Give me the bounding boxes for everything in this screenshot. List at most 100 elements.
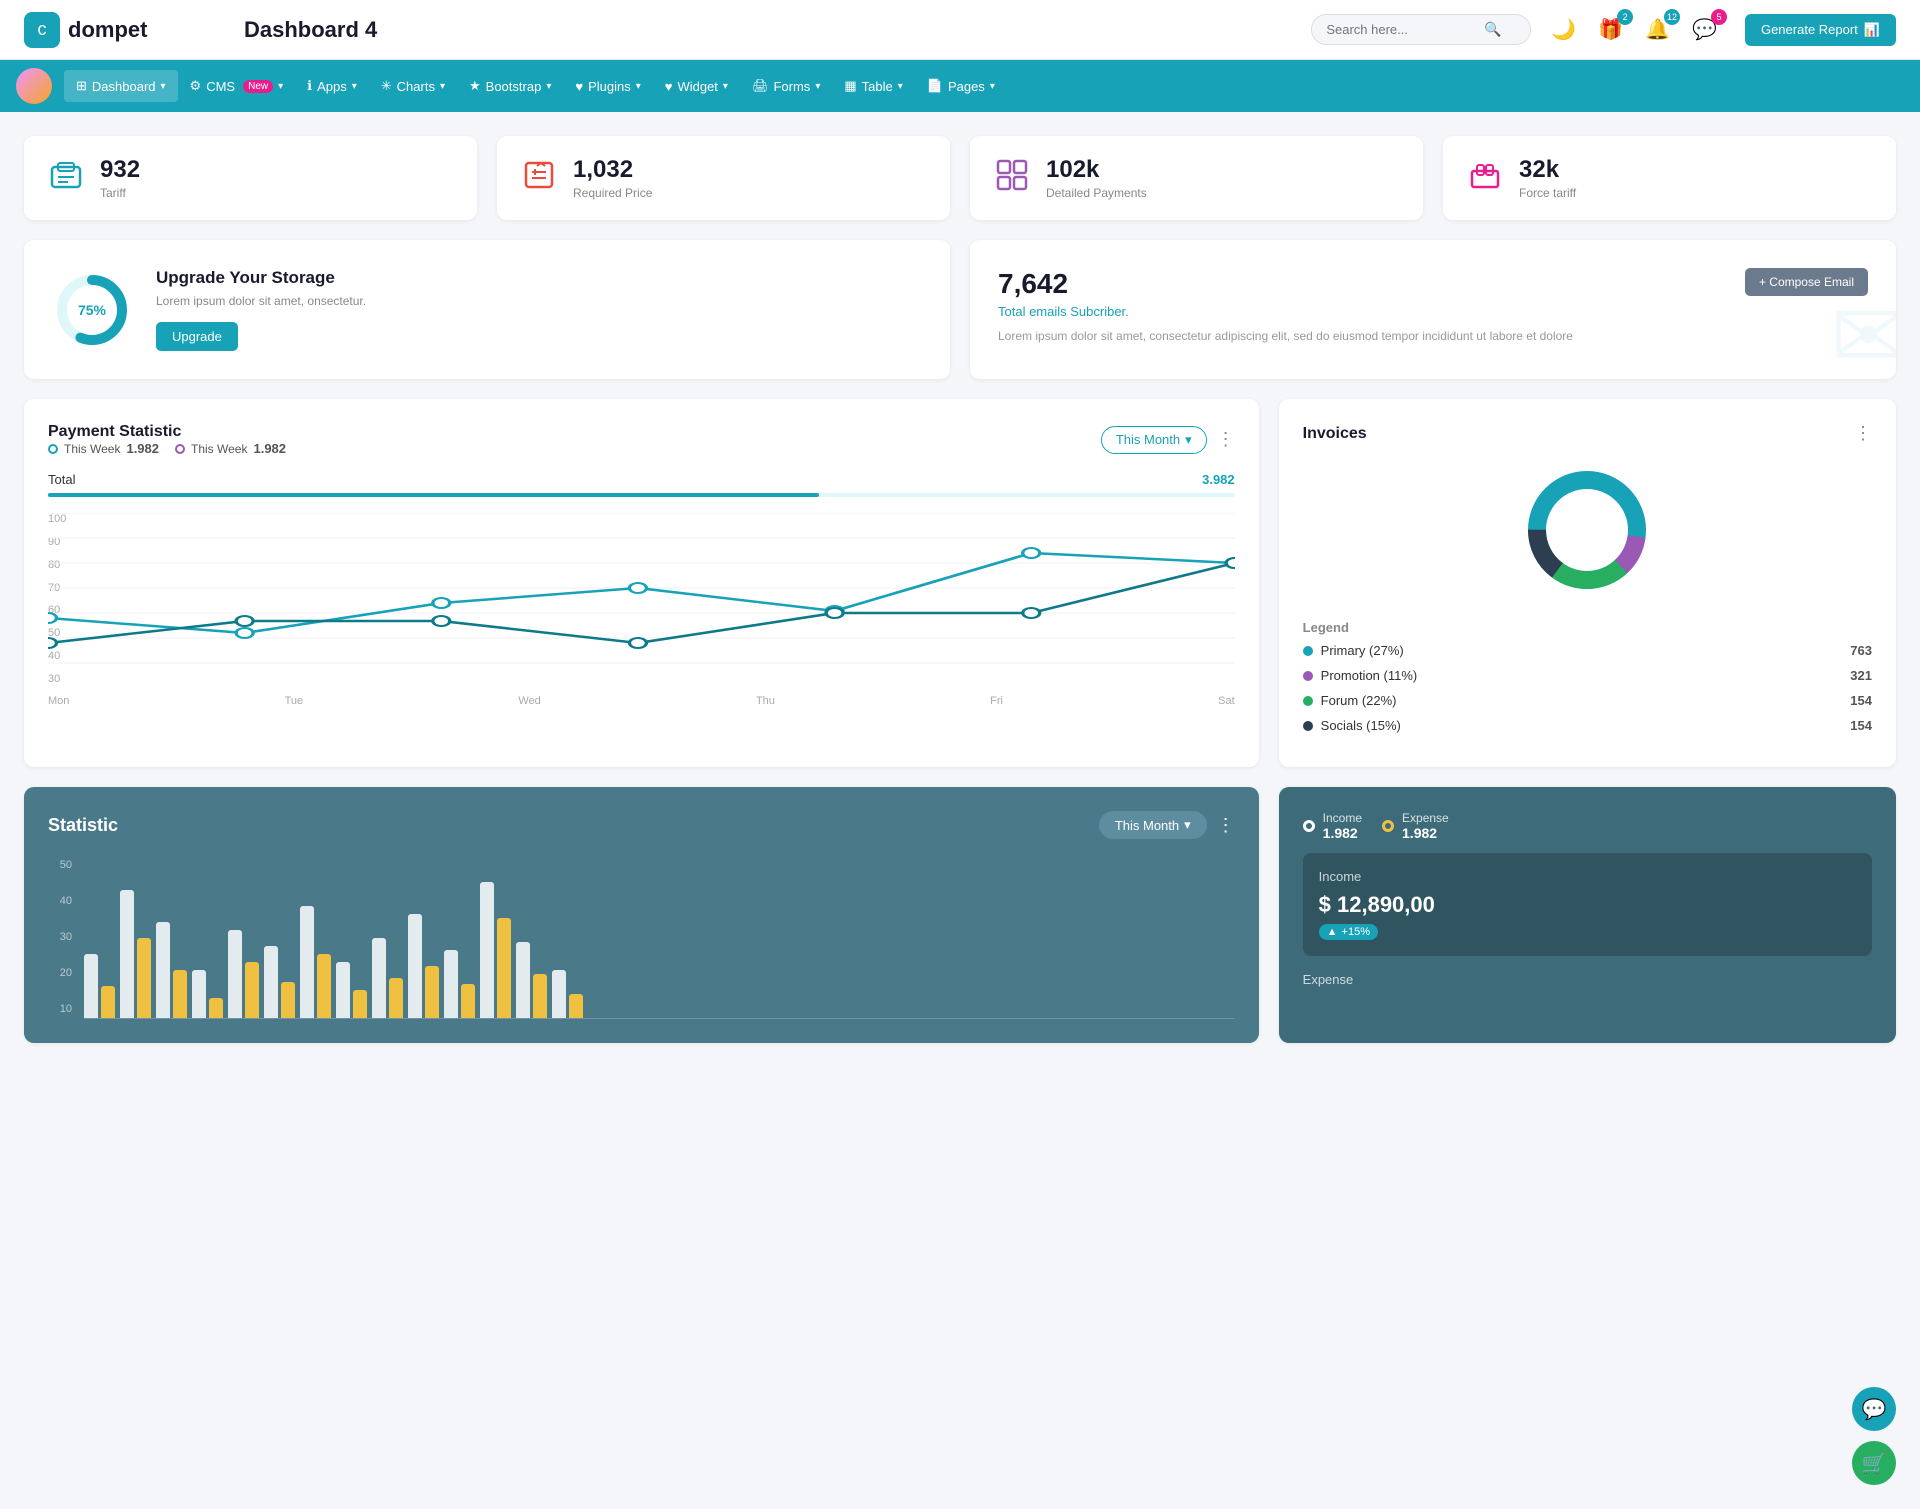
badge-value: +15% (1342, 926, 1370, 938)
nav-charts-label: Charts (397, 79, 435, 94)
chat-fab-button[interactable]: 💬 (1852, 1387, 1896, 1431)
nav-item-forms[interactable]: 🖨 Forms ▾ (740, 70, 832, 102)
tariff-label: Tariff (100, 186, 140, 200)
income-detail-box: Income $ 12,890,00 ▲ +15% (1303, 853, 1872, 956)
force-number: 32k (1519, 156, 1576, 184)
payment-more-button[interactable]: ⋮ (1217, 429, 1235, 450)
stat-y-labels: 5040302010 (48, 859, 72, 1019)
nav-table-label: Table (862, 79, 893, 94)
nav-item-bootstrap[interactable]: ★ Bootstrap ▾ (457, 70, 563, 102)
pages-icon: 📄 (927, 78, 943, 94)
statistic-filter-button[interactable]: This Month ▾ (1099, 811, 1207, 839)
nav-dashboard-label: Dashboard (92, 79, 156, 94)
upgrade-button[interactable]: Upgrade (156, 322, 238, 351)
gift-button[interactable]: 🎁 2 (1594, 13, 1627, 46)
search-area: 🔍 (1311, 14, 1531, 45)
cart-fab-icon: 🛒 (1862, 1451, 1887, 1476)
stat-right-panel: Income 1.982 Expense 1.982 Income $ 12,8… (1279, 787, 1896, 1043)
stat-cards-row: 932 Tariff 1,032 Required Price (24, 136, 1896, 220)
tariff-icon (48, 157, 84, 200)
widget-caret: ▾ (723, 81, 728, 92)
bell-button[interactable]: 🔔 12 (1641, 13, 1674, 46)
expense-detail-label: Expense (1303, 972, 1872, 987)
promotion-count: 321 (1850, 668, 1872, 683)
legend-dot-1 (48, 444, 58, 454)
income-ie-val: 1.982 (1323, 825, 1362, 841)
storage-title: Upgrade Your Storage (156, 268, 366, 288)
legend-val-1: 1.982 (126, 441, 159, 456)
mid-row: 75% Upgrade Your Storage Lorem ipsum dol… (24, 240, 1896, 379)
this-month-filter[interactable]: This Month ▾ (1101, 426, 1207, 454)
moon-button[interactable]: 🌙 (1547, 13, 1580, 46)
email-count: 7,642 (998, 268, 1129, 300)
price-icon (521, 157, 557, 200)
income-amount: $ 12,890,00 (1319, 892, 1856, 918)
line-chart-svg (48, 513, 1235, 688)
invoices-donut (1303, 460, 1872, 600)
nav-item-pages[interactable]: 📄 Pages ▾ (915, 70, 1007, 102)
expense-ie-val: 1.982 (1402, 825, 1449, 841)
nav-item-table[interactable]: ▦ Table ▾ (832, 70, 914, 102)
statistic-more-button[interactable]: ⋮ (1217, 815, 1235, 836)
invoices-more-button[interactable]: ⋮ (1854, 423, 1872, 444)
nav-item-widget[interactable]: ♥ Widget ▾ (653, 71, 740, 102)
chat-button[interactable]: 💬 5 (1688, 13, 1721, 46)
cart-fab-button[interactable]: 🛒 (1852, 1441, 1896, 1485)
widget-icon: ♥ (665, 79, 673, 94)
nav-item-plugins[interactable]: ♥ Plugins ▾ (563, 71, 652, 102)
payment-invoices-row: Payment Statistic This Week 1.982 This W… (24, 399, 1896, 767)
socials-label: Socials (15%) (1321, 718, 1401, 733)
force-icon (1467, 157, 1503, 200)
search-input[interactable] (1326, 22, 1476, 37)
email-subtitle: Total emails Subcriber. (998, 304, 1129, 319)
nav-item-charts[interactable]: ✳ Charts ▾ (369, 70, 457, 102)
email-desc: Lorem ipsum dolor sit amet, consectetur … (998, 329, 1607, 343)
charts-icon: ✳ (381, 78, 392, 94)
legend-item-forum: Forum (22%) 154 (1303, 693, 1872, 708)
dashboard-icon: ⊞ (76, 78, 87, 94)
dashboard-caret: ▾ (161, 81, 166, 92)
nav-item-dashboard[interactable]: ⊞ Dashboard ▾ (64, 70, 178, 102)
charts-caret: ▾ (440, 81, 445, 92)
payment-title: Payment Statistic (48, 423, 286, 441)
nav-item-cms[interactable]: ⚙ CMS New ▾ (178, 70, 296, 102)
cms-badge: New (243, 80, 273, 93)
chat-fab-icon: 💬 (1862, 1397, 1887, 1422)
bar-chart (84, 859, 1235, 1019)
main-content: 932 Tariff 1,032 Required Price (0, 112, 1920, 1067)
invoices-card: Invoices ⋮ Legend Primary (27%) (1279, 399, 1896, 767)
statistic-row: Statistic This Month ▾ ⋮ 5040302010 (24, 787, 1896, 1043)
storage-card: 75% Upgrade Your Storage Lorem ipsum dol… (24, 240, 950, 379)
payments-number: 102k (1046, 156, 1147, 184)
generate-report-label: Generate Report (1761, 22, 1858, 37)
income-badge: ▲ +15% (1319, 924, 1378, 940)
generate-report-button[interactable]: Generate Report 📊 (1745, 14, 1896, 46)
legend-item-primary: Primary (27%) 763 (1303, 643, 1872, 658)
chart-icon: 📊 (1864, 22, 1880, 38)
stat-card-force: 32k Force tariff (1443, 136, 1896, 220)
statistic-title: Statistic (48, 815, 118, 836)
nav-pages-label: Pages (948, 79, 985, 94)
tariff-number: 932 (100, 156, 140, 184)
promotion-label: Promotion (11%) (1321, 668, 1418, 683)
nav-apps-label: Apps (317, 79, 347, 94)
nav-item-apps[interactable]: ℹ Apps ▾ (295, 70, 369, 102)
page-title: Dashboard 4 (244, 17, 1311, 43)
cms-icon: ⚙ (190, 78, 202, 94)
stat-card-price: 1,032 Required Price (497, 136, 950, 220)
stat-card-tariff: 932 Tariff (24, 136, 477, 220)
legend-val-2: 1.982 (253, 441, 286, 456)
nav-forms-label: Forms (773, 79, 810, 94)
payments-icon (994, 157, 1030, 200)
socials-count: 154 (1850, 718, 1872, 733)
logo-icon: c (24, 12, 60, 48)
avatar-image (16, 68, 52, 104)
nav-widget-label: Widget (677, 79, 717, 94)
income-detail-label: Income (1319, 869, 1856, 884)
table-icon: ▦ (844, 78, 856, 94)
email-card: 7,642 Total emails Subcriber. + Compose … (970, 240, 1896, 379)
legend-label-2: This Week (191, 442, 247, 456)
table-caret: ▾ (898, 81, 903, 92)
dropdown-icon: ▾ (1185, 432, 1192, 448)
nav-bar: ⊞ Dashboard ▾ ⚙ CMS New ▾ ℹ Apps ▾ ✳ Cha… (0, 60, 1920, 112)
